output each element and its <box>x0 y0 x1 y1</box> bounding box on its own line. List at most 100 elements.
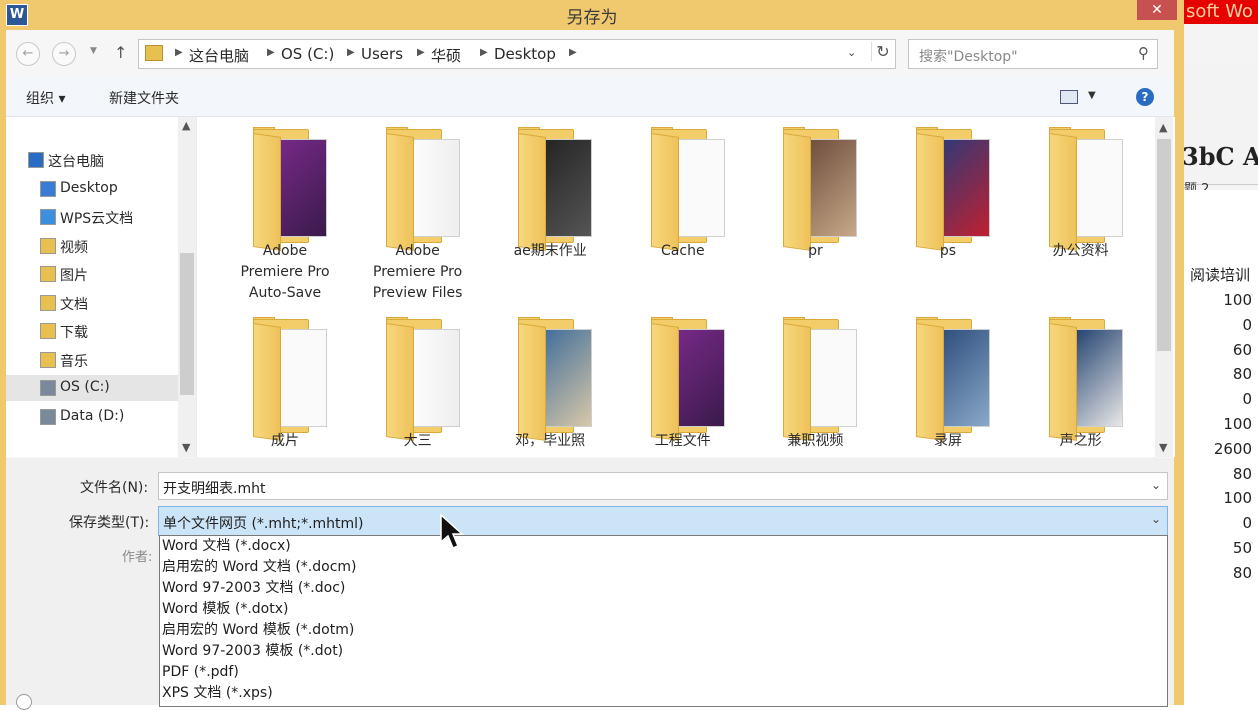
breadcrumb-separator-icon[interactable]: ▶ <box>175 47 183 58</box>
view-dropdown-icon[interactable]: ▼ <box>1088 90 1096 101</box>
background-word-window: soft Wo 3bC Aa 题 2 阅读培训 100 0 60 80 0 100 2600… <box>1172 0 1258 705</box>
word-title-fragment: soft Wo <box>1172 0 1258 24</box>
folder-icon <box>1048 317 1127 441</box>
file-list-pane: Adobe Premiere Pro Auto-Save Adobe Premiere … <box>196 117 1175 457</box>
folder-name: 录屏 <box>934 433 962 449</box>
folder-name: ae期末作业 <box>513 243 587 259</box>
folder-name: 工程文件 <box>654 433 711 449</box>
breadcrumb-separator-icon[interactable]: ▶ <box>267 47 275 58</box>
sidebar-item[interactable]: Desktop <box>6 176 178 202</box>
sidebar-item[interactable]: WPS云文档 <box>6 204 178 230</box>
search-input[interactable]: 搜索"Desktop" ⚲ <box>908 39 1158 69</box>
sidebar-item[interactable]: 视频 <box>6 233 178 259</box>
folder-name: 办公资料 <box>1052 243 1109 259</box>
folder-item[interactable]: Cache <box>617 121 749 311</box>
help-icon[interactable]: ? <box>1136 88 1154 106</box>
breadcrumb-item[interactable]: 这台电脑 <box>189 45 249 66</box>
scroll-down-arrow[interactable]: ▼ <box>182 441 190 454</box>
folder-icon <box>518 127 596 251</box>
chevron-down-icon[interactable]: ⌄ <box>847 46 856 59</box>
breadcrumb-item[interactable]: OS (C:) <box>281 45 334 63</box>
file-list-scrollbar[interactable]: ▲ ▼ <box>1155 117 1173 457</box>
address-bar[interactable]: 这台电脑 ▶ OS (C:) ▶ Users ▶ 华硕 ▶ Desktop ▶ ▶ ⌄ ↻ <box>138 39 896 69</box>
breadcrumb-separator-icon[interactable]: ▶ <box>347 47 355 58</box>
close-button[interactable]: ✕ <box>1137 0 1177 20</box>
sidebar-item[interactable]: 文档 <box>6 290 178 316</box>
up-button[interactable]: ↑ <box>114 43 127 62</box>
download-folder-icon <box>40 323 56 339</box>
search-icon: ⚲ <box>1138 44 1149 62</box>
sidebar-item-label: 视频 <box>60 240 88 256</box>
video-folder-icon <box>40 238 56 254</box>
forward-button[interactable]: → <box>52 42 76 66</box>
chevron-down-icon[interactable]: ⌄ <box>1151 478 1161 492</box>
folder-name: 声之形 <box>1059 433 1102 449</box>
sidebar-item[interactable]: 下载 <box>6 318 178 344</box>
folder-item[interactable]: ps <box>882 121 1014 311</box>
organize-button[interactable]: 组织 ▾ <box>26 88 65 108</box>
word-number-cell: 60 <box>1232 340 1252 359</box>
dialog-title: 另存为 <box>566 8 618 28</box>
scroll-down-arrow[interactable]: ▼ <box>1159 441 1167 454</box>
breadcrumb-separator-icon[interactable]: ▶ <box>480 47 488 58</box>
word-number-cell: 0 <box>1242 390 1252 409</box>
breadcrumb-item[interactable]: 华硕 <box>431 45 461 66</box>
refresh-button[interactable]: ↻ <box>871 42 894 61</box>
breadcrumb-separator-icon[interactable]: ▶ <box>569 47 577 58</box>
folder-icon <box>783 127 861 251</box>
sidebar-item[interactable]: 图片 <box>6 261 178 287</box>
folder-item[interactable]: ae期末作业 <box>484 121 616 311</box>
filetype-option[interactable]: XPS 文档 (*.xps) <box>162 683 1162 704</box>
computer-icon <box>28 152 44 168</box>
filetype-dropdown-list: Word 文档 (*.docx) 启用宏的 Word 文档 (*.docm) Wor… <box>159 535 1168 707</box>
word-number-cell: 100 <box>1223 291 1252 309</box>
back-button[interactable]: ← <box>16 42 40 66</box>
filetype-option[interactable]: PDF (*.pdf) <box>162 662 1162 683</box>
recent-locations-dropdown[interactable]: ▼ <box>90 46 97 56</box>
filetype-option[interactable]: Word 97-2003 文档 (*.doc) <box>162 578 1162 599</box>
filetype-value: 单个文件网页 (*.mht;*.mhtml) <box>163 516 364 532</box>
filetype-option[interactable]: Word 97-2003 模板 (*.dot) <box>162 641 1162 662</box>
folder-name: 兼职视频 <box>787 433 844 449</box>
cloud-icon <box>40 209 56 225</box>
scrollbar-thumb[interactable] <box>1157 139 1171 351</box>
word-style-preview[interactable]: 3bC Aa <box>1182 142 1258 171</box>
filename-field[interactable]: 开支明细表.mht ⌄ <box>158 472 1168 500</box>
navigation-scrollbar[interactable]: ▲ ▼ <box>178 117 196 457</box>
sidebar-item[interactable]: 音乐 <box>6 347 178 373</box>
sidebar-item[interactable]: OS (C:) <box>6 375 178 401</box>
view-options-icon[interactable] <box>1060 90 1078 104</box>
word-ribbon: 3bC Aa 题 2 <box>1172 64 1258 197</box>
filetype-option[interactable]: 启用宏的 Word 文档 (*.docm) <box>162 557 1162 578</box>
word-number-cell: 80 <box>1232 365 1252 384</box>
folder-item[interactable]: Adobe Premiere Pro Preview Files <box>352 121 484 311</box>
breadcrumb-item[interactable]: Users <box>361 45 403 63</box>
breadcrumb-separator-icon[interactable]: ▶ <box>417 47 425 58</box>
chevron-down-icon[interactable]: ⌄ <box>1151 512 1161 526</box>
filetype-select[interactable]: 单个文件网页 (*.mht;*.mhtml) ⌄ <box>158 506 1168 536</box>
sidebar-item-label: 下载 <box>60 325 88 341</box>
sidebar-item-label: 这台电脑 <box>48 154 104 170</box>
sidebar-item[interactable]: Data (D:) <box>6 404 178 430</box>
desktop-icon <box>40 181 56 197</box>
filetype-option[interactable]: 启用宏的 Word 模板 (*.dotm) <box>162 620 1162 641</box>
sidebar-item[interactable]: 这台电脑 <box>6 147 178 173</box>
folder-icon <box>253 127 331 251</box>
scrollbar-thumb[interactable] <box>180 253 194 395</box>
title-bar[interactable]: W 另存为 ✕ <box>0 0 1184 30</box>
new-folder-button[interactable]: 新建文件夹 <box>109 88 179 108</box>
folder-item[interactable]: Adobe Premiere Pro Auto-Save <box>219 121 351 311</box>
word-number-column: 100 0 60 80 0 100 2600 80 100 0 50 80 <box>1214 288 1252 586</box>
folder-item[interactable]: pr <box>749 121 881 311</box>
scroll-up-arrow[interactable]: ▲ <box>182 119 190 132</box>
breadcrumb-item[interactable]: Desktop <box>494 45 556 63</box>
folder-name: Adobe Premiere Pro Preview Files <box>372 243 463 301</box>
filetype-option[interactable]: Word 模板 (*.dotx) <box>162 599 1162 620</box>
filetype-option[interactable]: Word 文档 (*.docx) <box>162 536 1162 557</box>
scroll-up-arrow[interactable]: ▲ <box>1159 121 1167 134</box>
folder-icon <box>916 317 994 441</box>
folder-item[interactable]: 办公资料 <box>1015 121 1147 311</box>
hide-folders-toggle[interactable] <box>16 694 32 710</box>
author-label: 作者: <box>122 550 153 565</box>
drive-icon <box>40 409 56 425</box>
